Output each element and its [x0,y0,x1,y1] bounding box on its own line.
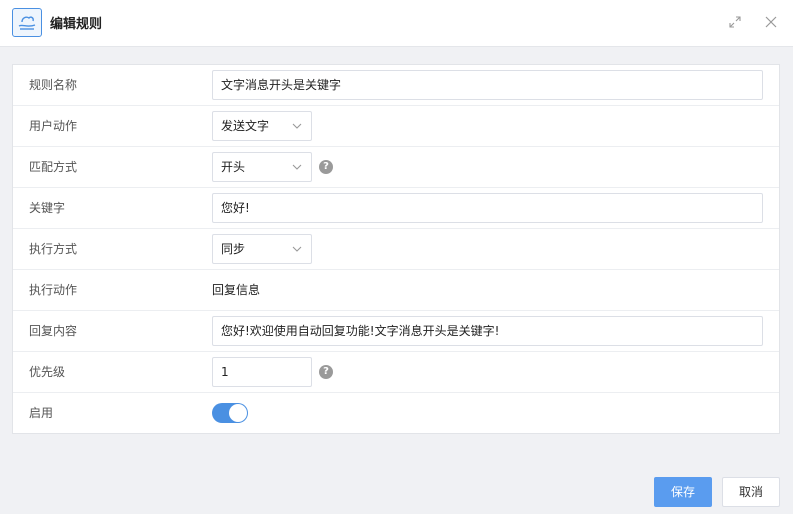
user-action-value: 发送文字 [221,119,270,133]
row-exec-action: 执行动作 回复信息 [13,270,779,311]
close-icon[interactable] [762,13,780,31]
keyword-label: 关键字 [29,201,66,215]
cloud-hand-icon [12,8,42,37]
exec-mode-label: 执行方式 [29,242,78,256]
reply-content-input[interactable]: 您好!欢迎使用自动回复功能!文字消息开头是关键字! [212,316,763,346]
exec-action-value: 回复信息 [212,283,261,297]
match-mode-select[interactable]: 开头 [212,152,312,182]
chevron-down-icon [292,123,302,129]
chevron-down-icon [292,164,302,170]
dialog-header: 编辑规则 [0,0,793,47]
save-button[interactable]: 保存 [654,477,712,507]
priority-label: 优先级 [29,365,66,379]
row-keyword: 关键字 您好! [13,188,779,229]
exec-mode-select[interactable]: 同步 [212,234,312,264]
help-icon[interactable]: ? [319,365,333,379]
cancel-button[interactable]: 取消 [722,477,780,507]
match-mode-value: 开头 [221,160,246,174]
priority-input[interactable]: 1 [212,357,312,387]
user-action-label: 用户动作 [29,119,78,133]
help-icon[interactable]: ? [319,160,333,174]
row-exec-mode: 执行方式 同步 [13,229,779,270]
chevron-down-icon [292,246,302,252]
match-mode-label: 匹配方式 [29,160,78,174]
row-rule-name: 规则名称 文字消息开头是关键字 [13,65,779,106]
exec-action-label: 执行动作 [29,283,78,297]
enabled-toggle[interactable] [212,403,248,423]
keyword-input[interactable]: 您好! [212,193,763,223]
rule-name-input[interactable]: 文字消息开头是关键字 [212,70,763,100]
row-enabled: 启用 [13,393,779,434]
user-action-select[interactable]: 发送文字 [212,111,312,141]
exec-mode-value: 同步 [221,242,246,256]
toggle-knob [229,404,247,422]
rule-form: 规则名称 文字消息开头是关键字 用户动作 发送文字 匹配方式 开头 ? 关键字 … [12,64,780,434]
row-match-mode: 匹配方式 开头 ? [13,147,779,188]
reply-content-label: 回复内容 [29,324,78,338]
row-reply-content: 回复内容 您好!欢迎使用自动回复功能!文字消息开头是关键字! [13,311,779,352]
rule-name-label: 规则名称 [29,78,78,92]
row-user-action: 用户动作 发送文字 [13,106,779,147]
enabled-label: 启用 [29,406,54,420]
expand-icon[interactable] [726,13,744,31]
row-priority: 优先级 1 ? [13,352,779,393]
dialog-title: 编辑规则 [50,17,103,32]
